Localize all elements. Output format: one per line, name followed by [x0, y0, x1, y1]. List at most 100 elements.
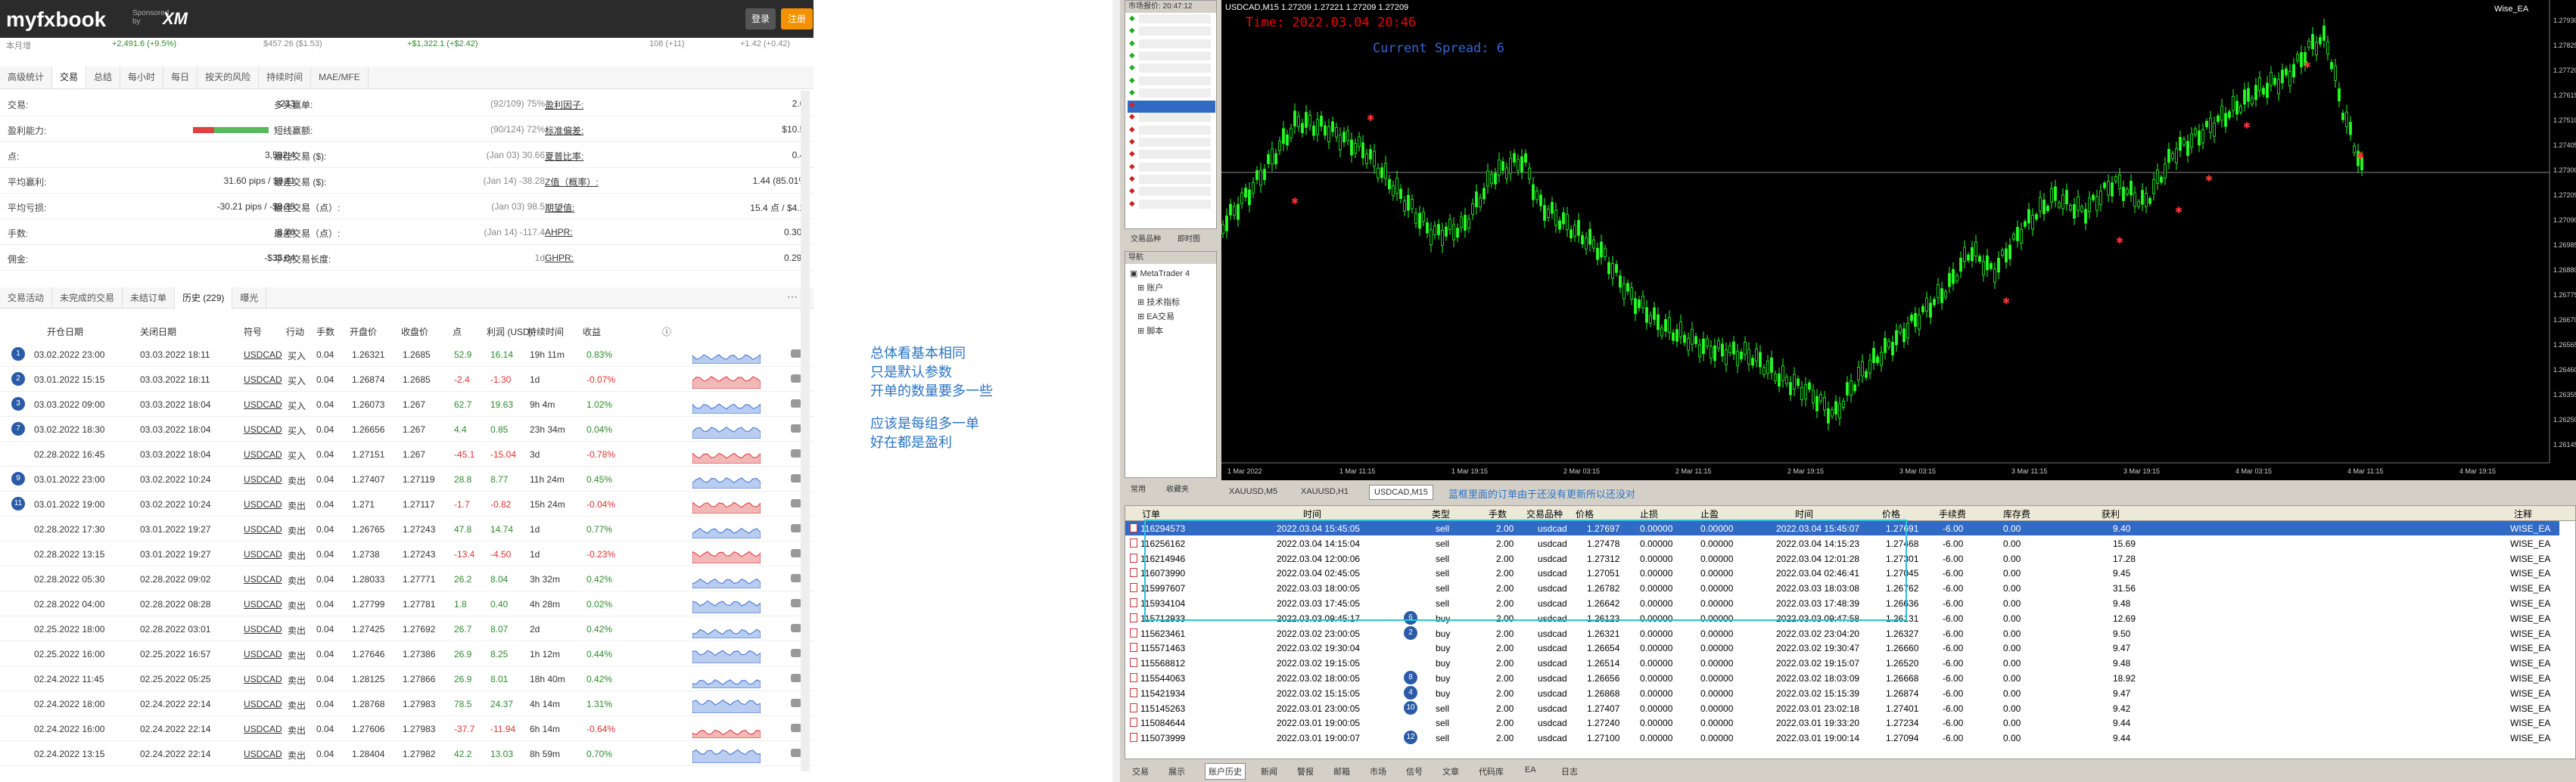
stats-tab[interactable]: MAE/MFE: [311, 67, 369, 88]
terminal-tab[interactable]: 日志: [1561, 765, 1578, 777]
table-row[interactable]: 2 03.01.2022 15:15 03.03.2022 18:11 USDCAD 买…: [0, 367, 814, 392]
comment-icon[interactable]: [791, 599, 801, 607]
terminal-tab[interactable]: 新闻: [1261, 765, 1277, 777]
nav-item-mt4[interactable]: ▣ MetaTrader 4: [1130, 267, 1212, 281]
terminal-tab[interactable]: 警报: [1297, 765, 1314, 777]
table-row[interactable]: 11 03.01.2022 19:00 03.02.2022 10:24 USDCAD…: [0, 492, 814, 517]
table-row[interactable]: 02.24.2022 16:00 02.24.2022 22:14 USDCAD 卖出…: [0, 716, 814, 741]
column-header[interactable]: 收益: [583, 325, 601, 338]
stats-tab[interactable]: 交易: [52, 67, 87, 88]
column-header[interactable]: 利润 (USD): [487, 325, 533, 338]
terminal-column[interactable]: 获利: [2102, 507, 2120, 520]
column-header[interactable]: 关闭日期: [140, 325, 176, 338]
price-chart[interactable]: 1.27930 1.27825 1.27720 1.27615 1.27510 1.274…: [1221, 0, 2576, 480]
more-icon[interactable]: ⋯: [787, 290, 798, 303]
history-tab[interactable]: 曝光: [232, 287, 267, 309]
symbol-link[interactable]: USDCAD: [244, 599, 282, 610]
terminal-column[interactable]: 类型: [1432, 507, 1450, 520]
symbol-link[interactable]: USDCAD: [244, 399, 282, 410]
terminal-column[interactable]: 时间: [1303, 507, 1321, 520]
nav-item-indicators[interactable]: ⊞ 技术指标: [1130, 296, 1212, 310]
stat-label[interactable]: 期望值:: [545, 201, 574, 214]
terminal-tab[interactable]: 市场: [1370, 765, 1386, 777]
column-header[interactable]: 行动: [286, 325, 304, 338]
symbol-row[interactable]: ◆: [1128, 199, 1215, 212]
terminal-tab[interactable]: 文章: [1442, 765, 1459, 777]
symbol-row[interactable]: ◆: [1128, 14, 1215, 26]
symbol-row[interactable]: ◆: [1128, 26, 1215, 39]
column-header[interactable]: 收盘价: [401, 325, 428, 338]
xm-logo[interactable]: XM: [163, 9, 188, 29]
symbol-row[interactable]: ◆: [1128, 64, 1215, 76]
symbol-link[interactable]: USDCAD: [244, 749, 282, 759]
comment-icon[interactable]: [791, 724, 801, 732]
comment-icon[interactable]: [791, 474, 801, 483]
history-tab[interactable]: 历史 (229): [175, 287, 233, 309]
tab-symbols[interactable]: 交易品种: [1131, 232, 1161, 244]
terminal-tab[interactable]: 交易: [1132, 765, 1149, 777]
stats-tab[interactable]: 按天的风险: [198, 67, 260, 88]
table-row[interactable]: 3 03.03.2022 09:00 03.03.2022 18:04 USDCAD 买…: [0, 392, 814, 417]
chart-tab-active[interactable]: USDCAD,M15: [1369, 485, 1433, 500]
table-row[interactable]: 02.24.2022 11:45 02.25.2022 05:25 USDCAD 卖出…: [0, 666, 814, 691]
terminal-tab[interactable]: 邮箱: [1333, 765, 1350, 777]
history-tab[interactable]: 未完成的交易: [52, 287, 123, 309]
symbol-link[interactable]: USDCAD: [244, 699, 282, 709]
table-row[interactable]: 7 03.02.2022 18:30 03.03.2022 18:04 USDCAD 买…: [0, 417, 814, 442]
column-header[interactable]: 开仓日期: [47, 325, 83, 338]
terminal-column[interactable]: 订单: [1142, 507, 1160, 520]
order-row[interactable]: 115568812 2022.03.02 19:15:05 buy 2.00 usdca…: [1125, 656, 2559, 670]
symbol-link[interactable]: USDCAD: [244, 524, 282, 535]
stats-tab[interactable]: 高级统计: [0, 67, 53, 88]
comment-icon[interactable]: [791, 624, 801, 632]
history-tab[interactable]: 交易活动: [0, 287, 53, 309]
nav-item-accounts[interactable]: ⊞ 账户: [1130, 281, 1212, 296]
stat-label[interactable]: AHPR:: [545, 227, 573, 237]
stats-tab[interactable]: 持续时间: [259, 67, 312, 88]
terminal-tab[interactable]: 账户历史: [1205, 763, 1246, 780]
order-row[interactable]: 115073999 2022.03.01 19:00:07 sell 2.00 usdc…: [1125, 731, 2559, 745]
comment-icon[interactable]: [791, 524, 801, 532]
symbol-row[interactable]: ◆: [1128, 125, 1215, 138]
table-row[interactable]: 02.24.2022 18:00 02.24.2022 22:14 USDCAD 卖出…: [0, 691, 814, 716]
symbol-link[interactable]: USDCAD: [244, 349, 282, 360]
terminal-column[interactable]: 止损: [1640, 507, 1658, 520]
table-row[interactable]: 02.25.2022 16:00 02.25.2022 16:57 USDCAD 卖出…: [0, 641, 814, 666]
column-header[interactable]: 开盘价: [350, 325, 377, 338]
stat-label[interactable]: Z值（概率）:: [545, 175, 599, 188]
stats-tab[interactable]: 每日: [163, 67, 198, 88]
column-header[interactable]: 持续时间: [527, 325, 564, 338]
tab-common[interactable]: 常用: [1131, 483, 1146, 494]
stat-label[interactable]: 标准偏差:: [545, 124, 583, 137]
symbol-row[interactable]: ◆: [1128, 174, 1215, 187]
symbol-row[interactable]: ◆: [1128, 76, 1215, 88]
comment-icon[interactable]: [791, 424, 801, 433]
symbol-link[interactable]: USDCAD: [244, 374, 282, 385]
tab-favorites[interactable]: 收藏夹: [1166, 483, 1189, 494]
stats-tab[interactable]: 总结: [86, 67, 121, 88]
symbol-link[interactable]: USDCAD: [244, 549, 282, 560]
terminal-tab[interactable]: 代码库: [1479, 765, 1504, 777]
symbol-link[interactable]: USDCAD: [244, 674, 282, 684]
terminal-column[interactable]: 价格: [1882, 507, 1900, 520]
comment-icon[interactable]: [791, 549, 801, 557]
symbol-row[interactable]: ◆: [1128, 138, 1215, 150]
symbol-link[interactable]: USDCAD: [244, 724, 282, 734]
symbol-row[interactable]: ◆: [1128, 113, 1215, 125]
symbol-link[interactable]: USDCAD: [244, 474, 282, 485]
column-header[interactable]: 手数: [316, 325, 334, 338]
comment-icon[interactable]: [791, 449, 801, 458]
table-row[interactable]: 9 03.01.2022 23:00 03.02.2022 10:24 USDCAD 卖…: [0, 467, 814, 492]
comment-icon[interactable]: [791, 349, 801, 358]
terminal-tab[interactable]: 信号: [1406, 765, 1423, 777]
terminal-column[interactable]: 止盈: [1700, 507, 1719, 520]
column-header[interactable]: 点: [453, 325, 462, 338]
terminal-tab[interactable]: 展示: [1168, 765, 1185, 777]
comment-icon[interactable]: [791, 749, 801, 757]
table-row[interactable]: 02.25.2022 18:00 02.28.2022 03:01 USDCAD 卖出…: [0, 616, 814, 641]
nav-item-experts[interactable]: ⊞ EA交易: [1130, 310, 1212, 324]
myfxbook-logo[interactable]: myfxbook: [6, 8, 106, 32]
chart-tab[interactable]: XAUUSD,H1: [1301, 487, 1349, 496]
table-row[interactable]: 02.28.2022 16:45 03.03.2022 18:04 USDCAD 买入…: [0, 442, 814, 467]
scrollbar[interactable]: [801, 91, 810, 771]
